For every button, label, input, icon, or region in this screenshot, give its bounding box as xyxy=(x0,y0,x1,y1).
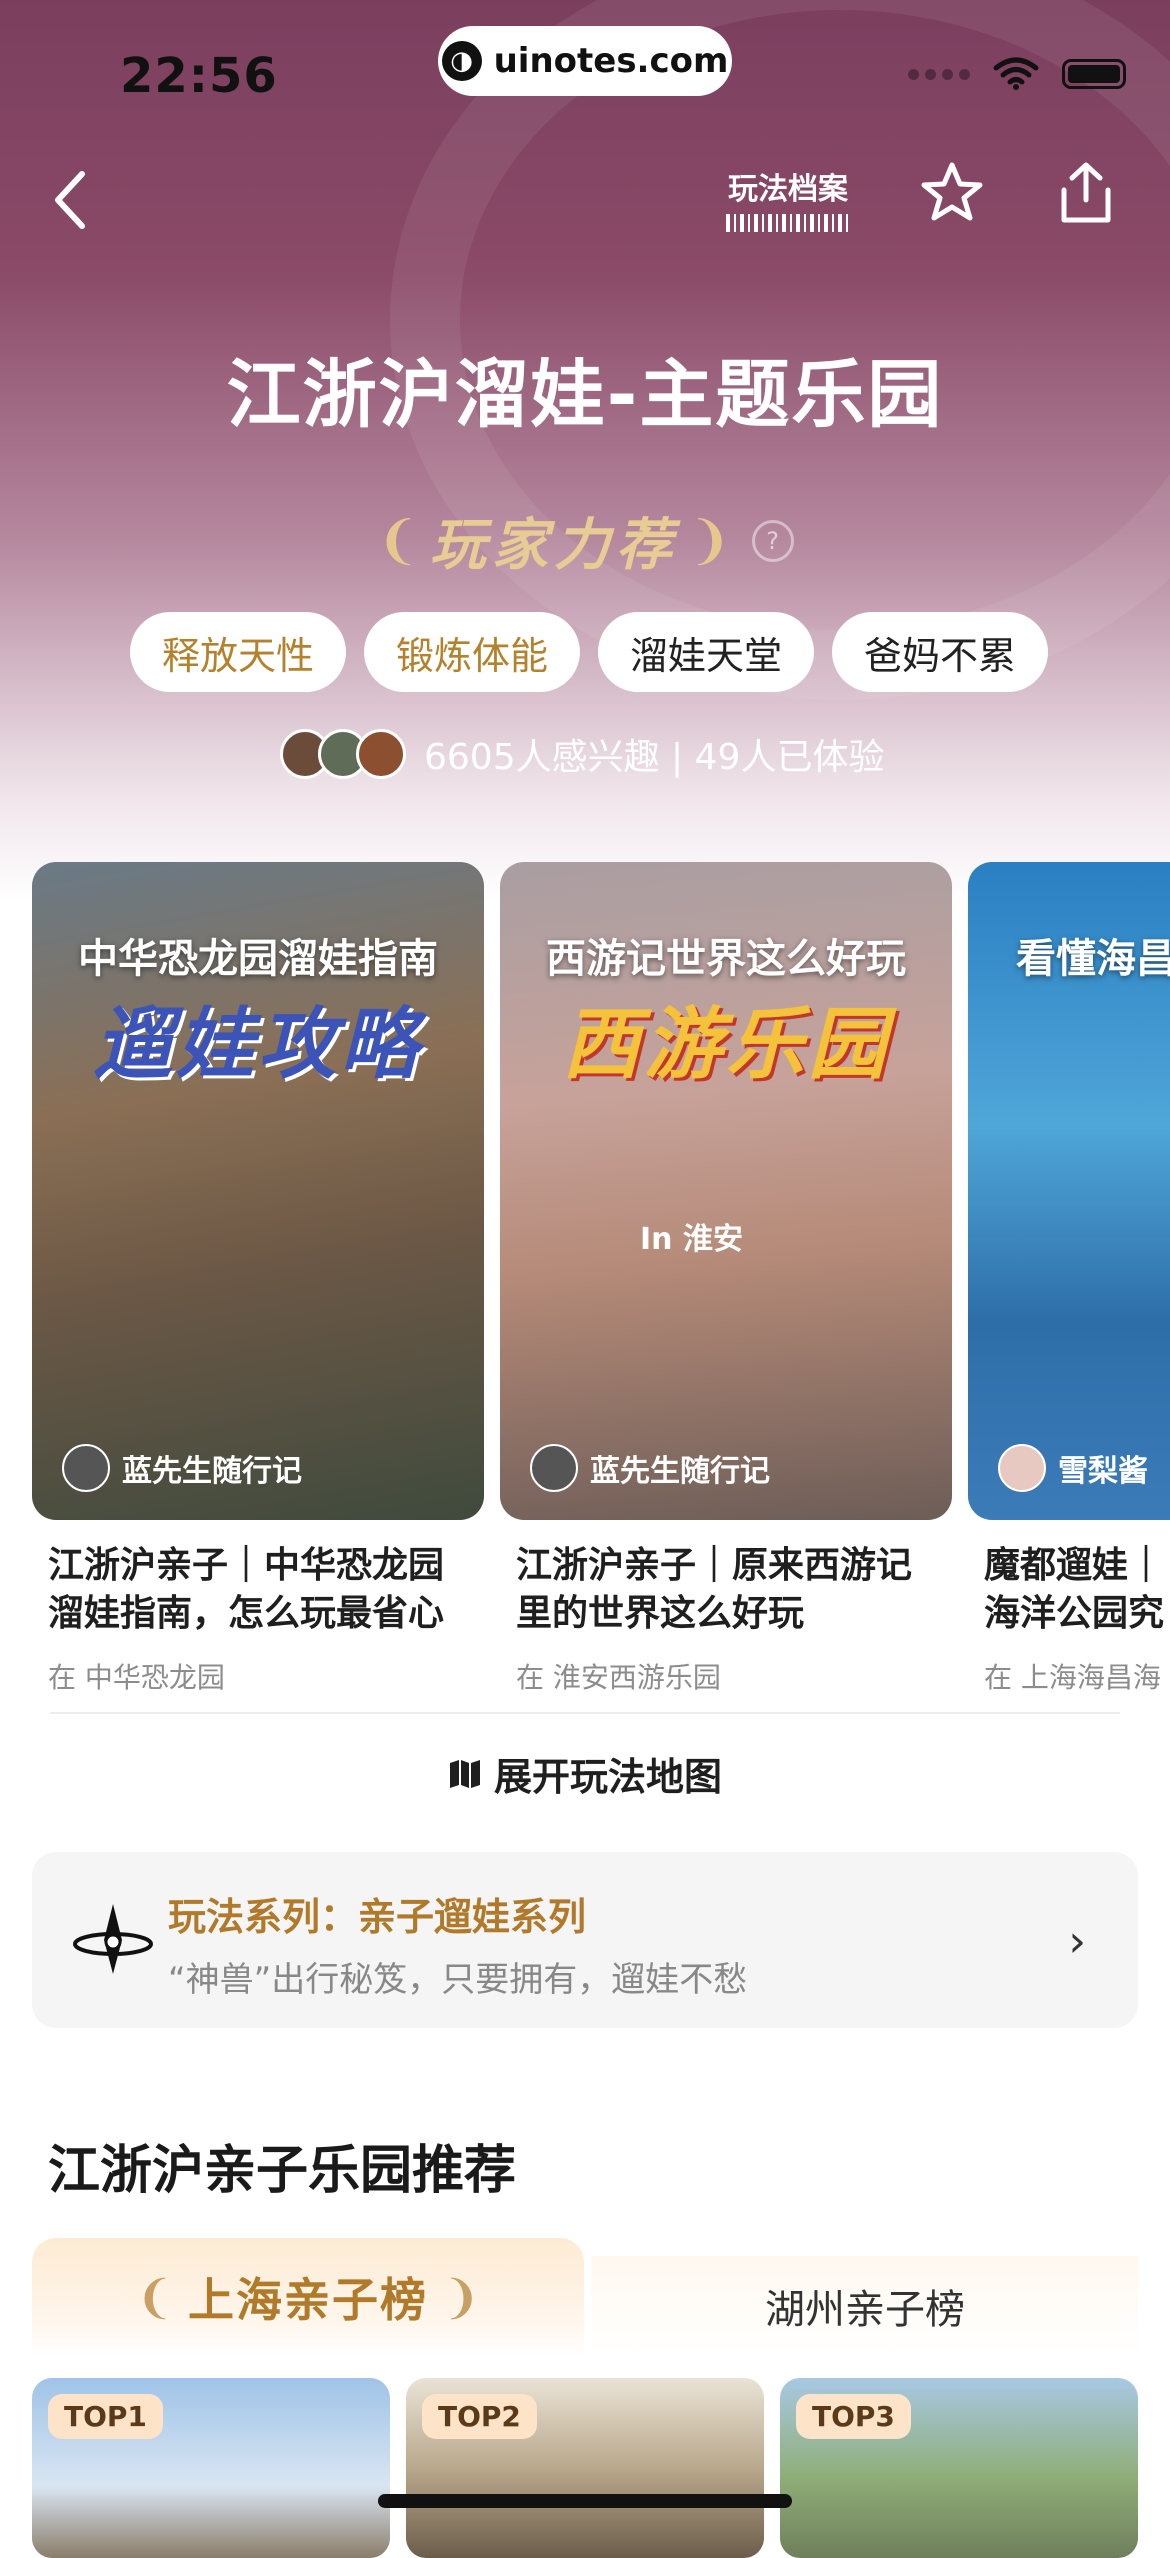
tab-label: 上海亲子榜 xyxy=(188,2273,428,2327)
section-title: 江浙沪亲子乐园推荐 xyxy=(48,2141,517,2201)
archive-button[interactable]: 玩法档案 xyxy=(726,164,850,232)
favorite-star-icon[interactable] xyxy=(920,160,984,224)
cellular-signal-icon xyxy=(908,68,970,80)
ranking-item[interactable]: TOP1 xyxy=(32,2378,390,2558)
card-location: 在 中华恐龙园 xyxy=(48,1661,225,1694)
expand-map-button[interactable]: 展开玩法地图 xyxy=(0,1746,1170,1801)
wifi-icon xyxy=(993,57,1039,90)
rank-badge: TOP2 xyxy=(422,2394,537,2439)
rank-badge: TOP1 xyxy=(48,2394,163,2439)
rank-tabs: ❨ 上海亲子榜 ❩ 湖州亲子榜 xyxy=(32,2238,1138,2356)
ranking-item[interactable]: TOP2 xyxy=(406,2378,764,2558)
home-indicator[interactable] xyxy=(378,2494,792,2508)
card-image: 看懂海昌 雪梨酱 xyxy=(968,862,1170,1520)
card-overlay-big: 遛娃攻略 xyxy=(93,1000,422,1090)
interest-text: 6605人感兴趣 | 49人已体验 xyxy=(424,737,885,778)
barcode-icon xyxy=(726,214,850,232)
card-overlay-big: 西游乐园 xyxy=(561,1000,890,1090)
site-logo-icon: ◑ xyxy=(441,41,482,81)
card-overlay-title: 中华恐龙园溜娃指南 xyxy=(78,936,438,982)
ranking-item[interactable]: TOP3 xyxy=(780,2378,1138,2558)
series-logo-icon xyxy=(73,1904,153,1974)
url-pill[interactable]: ◑ uinotes.com xyxy=(438,26,732,96)
card-location: 在 淮安西游乐园 xyxy=(516,1661,721,1694)
card-author: 蓝先生随行记 xyxy=(62,1444,302,1492)
card-title: 江浙沪亲子｜原来西游记 里的世界这么好玩 xyxy=(516,1545,913,1634)
status-time: 22:56 xyxy=(120,48,278,104)
card-overlay-title: 看懂海昌 xyxy=(1016,936,1170,982)
player-recommend-badge: ❨ 玩家力荐 ❩ ? xyxy=(0,500,1170,581)
rank-badge: TOP3 xyxy=(796,2394,911,2439)
status-icons xyxy=(908,56,1126,92)
series-card[interactable]: 玩法系列：亲子遛娃系列 “神兽”出行秘笈，只要拥有，遛娃不愁 › xyxy=(32,1852,1138,2028)
back-icon[interactable] xyxy=(48,168,96,232)
battery-icon xyxy=(1062,59,1126,89)
divider xyxy=(50,1712,1120,1714)
laurel-left-icon: ❨ xyxy=(376,510,420,571)
url-text: uinotes.com xyxy=(493,41,729,81)
card-author: 雪梨酱 xyxy=(998,1444,1148,1492)
laurel-right-icon: ❩ xyxy=(688,510,732,571)
play-card[interactable]: 中华恐龙园溜娃指南 遛娃攻略 蓝先生随行记 江浙沪亲子｜中华恐龙园 溜娃指南，怎… xyxy=(32,862,484,1696)
tab-huzhou[interactable]: 湖州亲子榜 xyxy=(592,2256,1138,2356)
card-author: 蓝先生随行记 xyxy=(530,1444,770,1492)
series-description: “神兽”出行秘笈，只要拥有，遛娃不愁 xyxy=(168,1960,748,2000)
tag-chip[interactable]: 溜娃天堂 xyxy=(598,612,815,692)
card-title: 魔都遛娃｜ 海洋公园究 xyxy=(984,1545,1165,1634)
laurel-left-icon: ❨ xyxy=(135,2270,174,2324)
user-avatars xyxy=(280,729,406,779)
map-icon xyxy=(449,1759,480,1788)
avatar xyxy=(998,1444,1046,1492)
help-icon[interactable]: ? xyxy=(751,519,794,562)
map-link-label: 展开玩法地图 xyxy=(493,1755,722,1799)
card-overlay-tag: In 淮安 xyxy=(640,1222,743,1257)
share-icon[interactable] xyxy=(1056,160,1116,226)
avatar xyxy=(62,1444,110,1492)
chevron-right-icon: › xyxy=(1068,1916,1086,1967)
play-card[interactable]: 西游记世界这么好玩 西游乐园 In 淮安 蓝先生随行记 江浙沪亲子｜原来西游记 … xyxy=(500,862,952,1696)
play-card[interactable]: 看懂海昌 雪梨酱 魔都遛娃｜ 海洋公园究 在 上海海昌海 xyxy=(968,862,1170,1696)
card-title: 江浙沪亲子｜中华恐龙园 溜娃指南，怎么玩最省心 xyxy=(48,1545,445,1634)
archive-label: 玩法档案 xyxy=(728,172,848,207)
play-cards-carousel[interactable]: 中华恐龙园溜娃指南 遛娃攻略 蓝先生随行记 江浙沪亲子｜中华恐龙园 溜娃指南，怎… xyxy=(32,862,1170,1704)
tag-chip[interactable]: 释放天性 xyxy=(130,612,347,692)
card-image: 西游记世界这么好玩 西游乐园 In 淮安 蓝先生随行记 xyxy=(500,862,952,1520)
ranking-thumbnails: TOP1 TOP2 TOP3 xyxy=(32,2378,1138,2558)
card-image: 中华恐龙园溜娃指南 遛娃攻略 蓝先生随行记 xyxy=(32,862,484,1520)
tag-chip[interactable]: 锻炼体能 xyxy=(364,612,581,692)
tab-shanghai[interactable]: ❨ 上海亲子榜 ❩ xyxy=(32,2238,584,2356)
avatar xyxy=(530,1444,578,1492)
interest-summary: 6605人感兴趣 | 49人已体验 xyxy=(280,728,884,780)
card-location: 在 上海海昌海 xyxy=(984,1661,1161,1694)
card-overlay-title: 西游记世界这么好玩 xyxy=(546,936,906,982)
series-name: 玩法系列：亲子遛娃系列 xyxy=(168,1895,587,1939)
tag-chip[interactable]: 爸妈不累 xyxy=(832,612,1049,692)
page-title: 江浙沪溜娃-主题乐园 xyxy=(226,352,944,438)
feature-tags: 释放天性 锻炼体能 溜娃天堂 爸妈不累 xyxy=(130,612,1049,692)
laurel-right-icon: ❩ xyxy=(442,2270,481,2324)
badge-label: 玩家力荐 xyxy=(430,513,678,578)
